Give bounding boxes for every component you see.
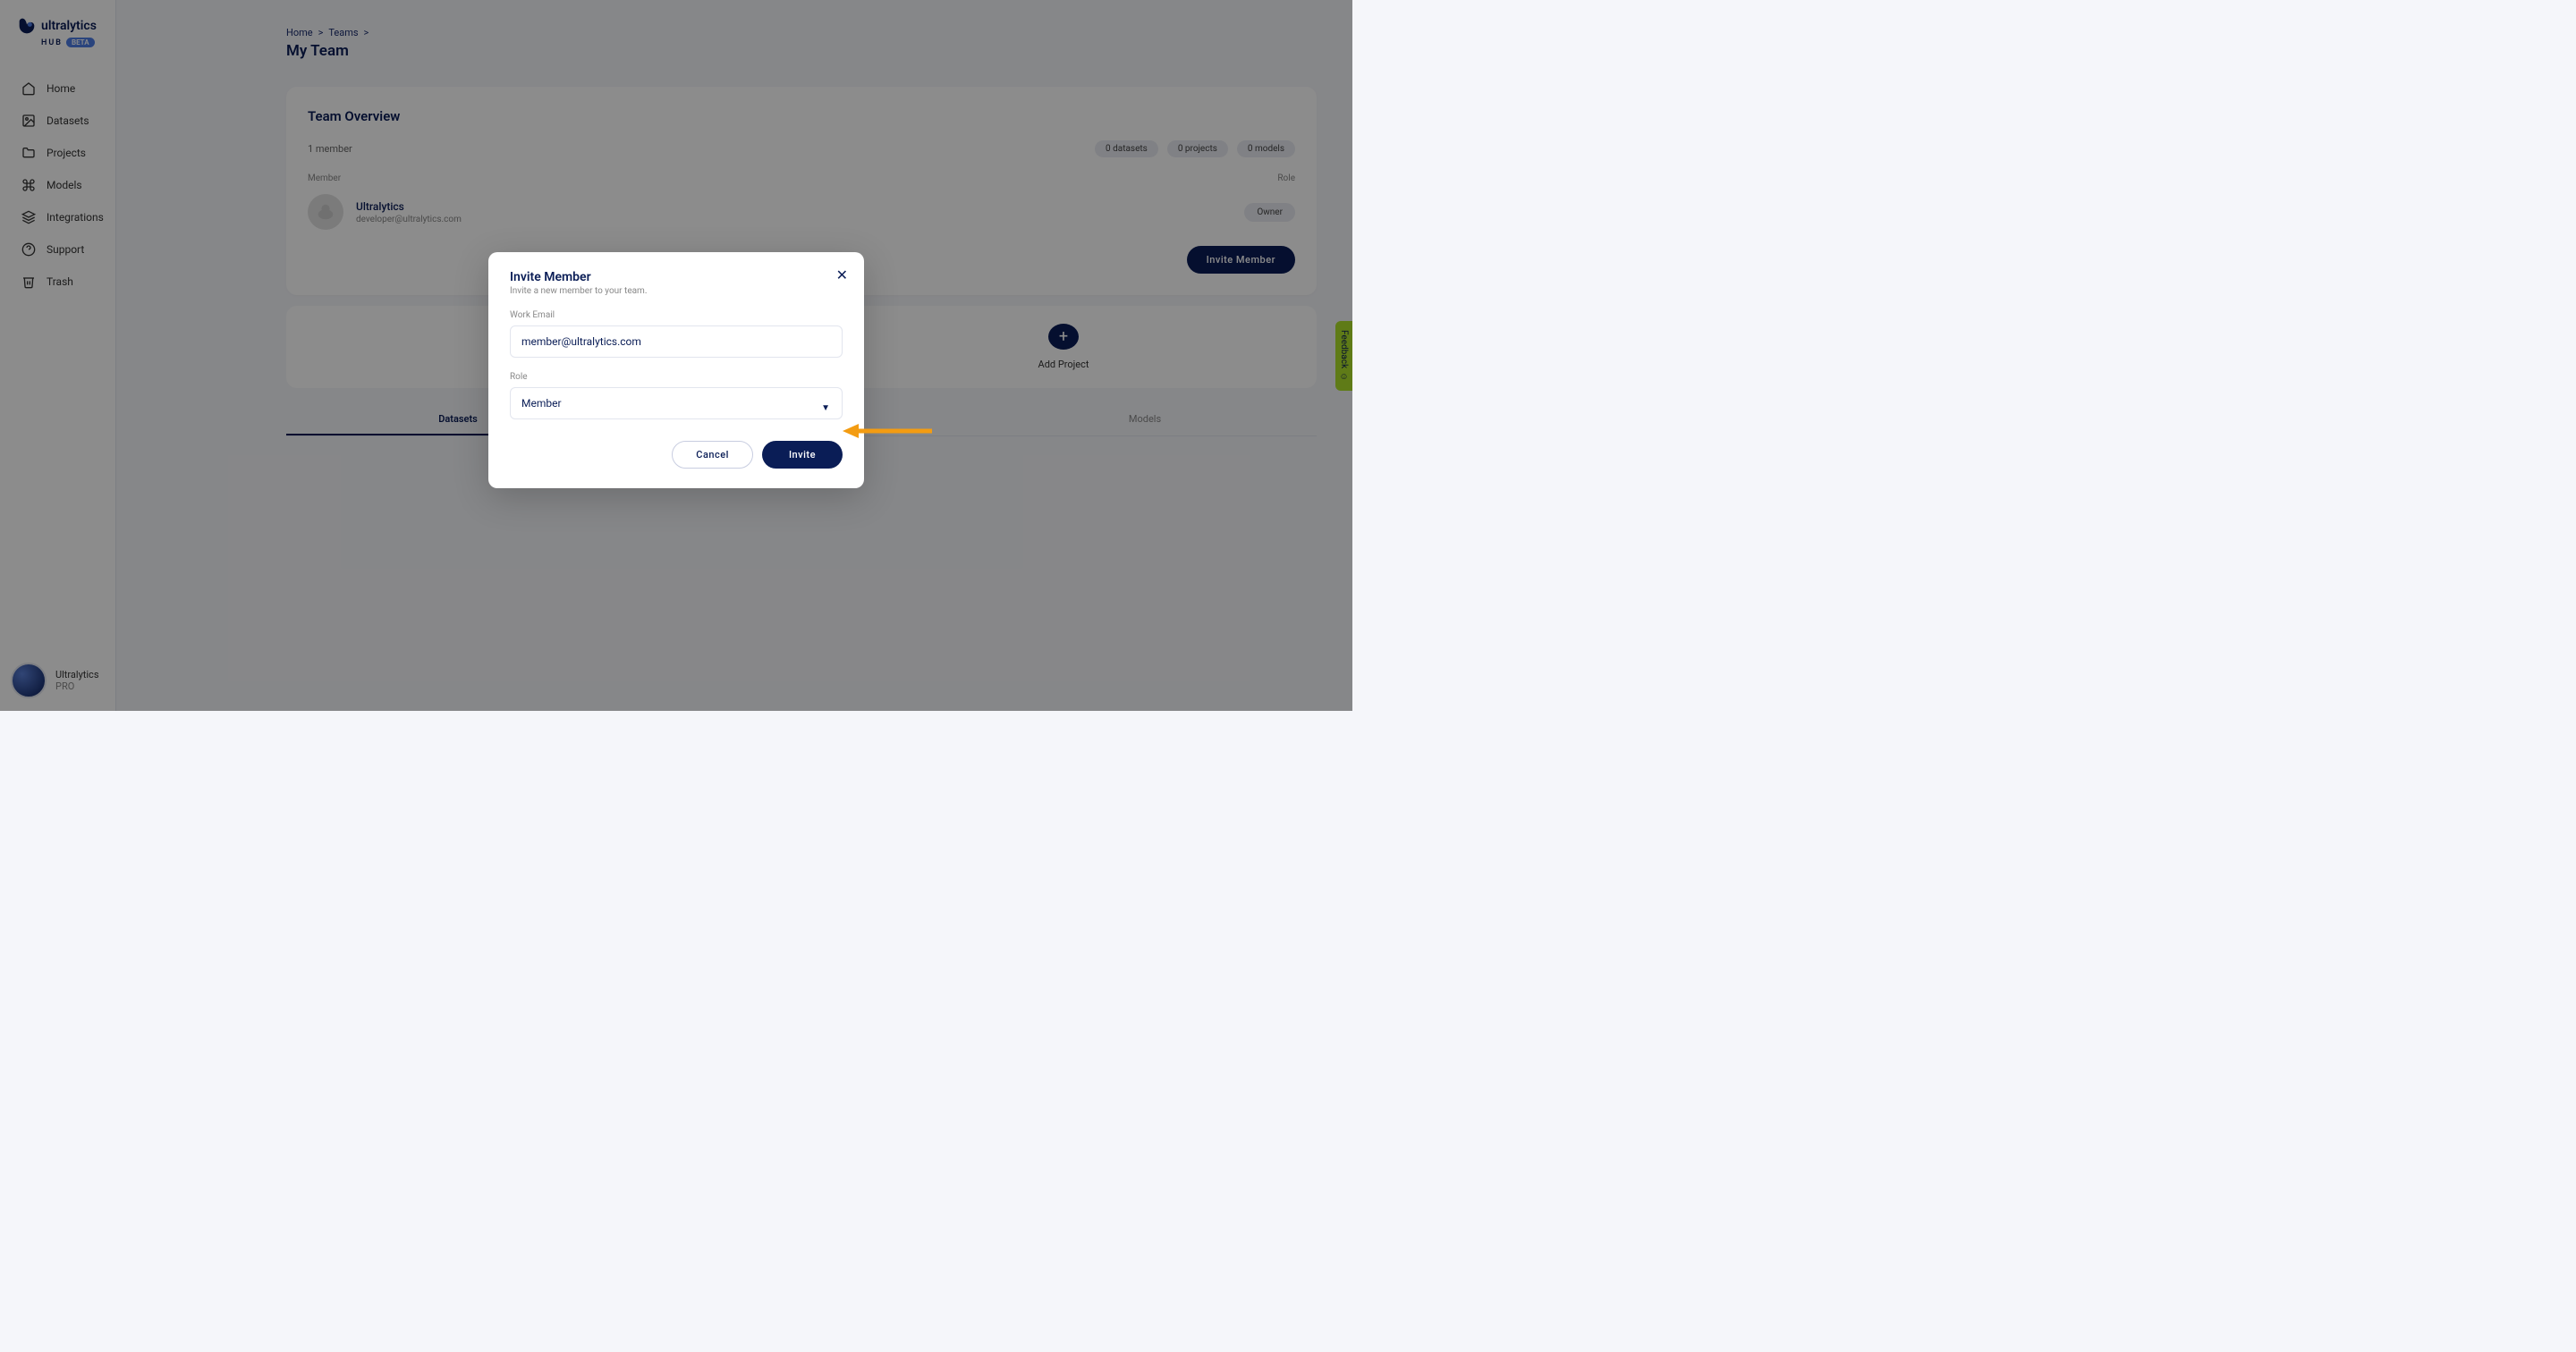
invite-button[interactable]: Invite (762, 441, 843, 469)
role-label: Role (510, 372, 843, 382)
role-select[interactable]: Member (510, 387, 843, 419)
email-label: Work Email (510, 310, 843, 320)
modal-subtitle: Invite a new member to your team. (510, 286, 843, 296)
close-icon: ✕ (836, 266, 848, 283)
invite-member-modal: ✕ Invite Member Invite a new member to y… (488, 252, 864, 488)
close-button[interactable]: ✕ (836, 266, 848, 283)
email-input[interactable] (510, 325, 843, 358)
modal-title: Invite Member (510, 270, 843, 284)
cancel-button[interactable]: Cancel (672, 441, 753, 469)
